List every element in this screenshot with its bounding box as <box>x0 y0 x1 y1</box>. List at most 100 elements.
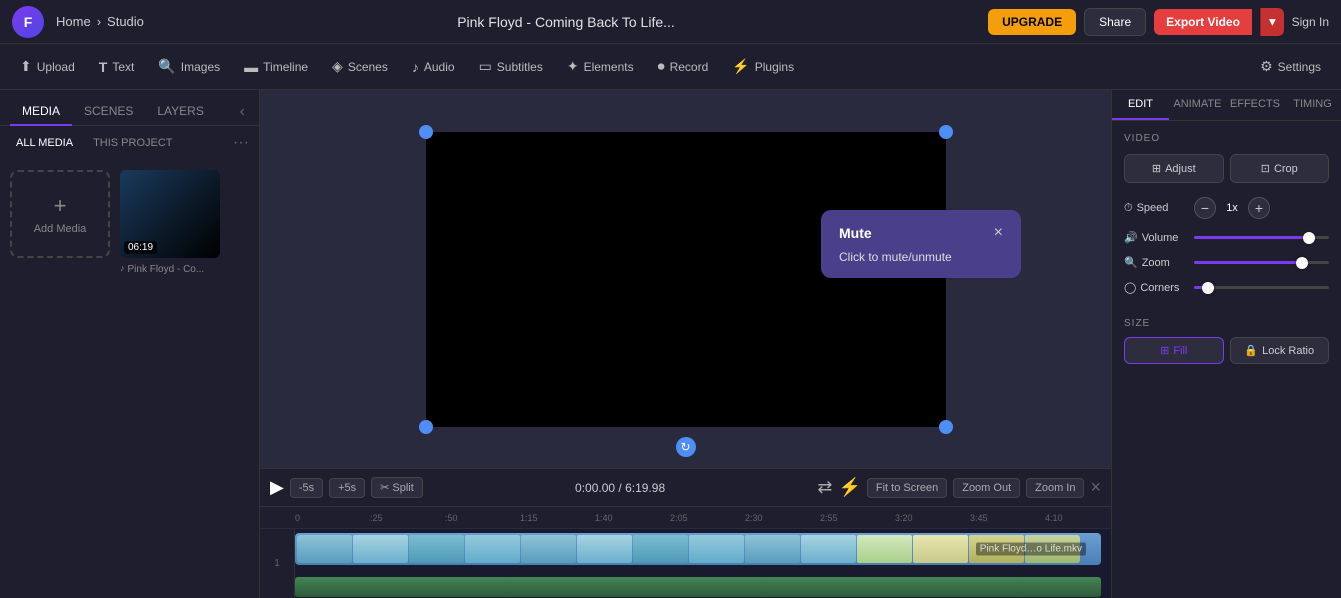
volume-slider-fill <box>1194 236 1309 239</box>
mute-tooltip-close-button[interactable]: × <box>994 224 1003 242</box>
ruler-mark: 3:45 <box>970 513 1045 523</box>
subtab-this-project[interactable]: THIS PROJECT <box>87 134 178 152</box>
toolbar-item-elements[interactable]: ✦ Elements <box>557 52 644 81</box>
breadcrumb-sep: › <box>97 14 101 29</box>
fill-button[interactable]: ⊞ Fill <box>1124 337 1224 364</box>
breadcrumb-studio: Studio <box>107 14 144 29</box>
resize-handle-bottom-left[interactable] <box>419 420 433 434</box>
toolbar-item-scenes[interactable]: ◈ Scenes <box>322 52 398 81</box>
video-track[interactable]: Pink Floyd…o Life.mkv <box>295 533 1111 573</box>
fit-to-screen-button[interactable]: Fit to Screen <box>867 478 947 498</box>
toolbar-item-plugins[interactable]: ⚡ Plugins <box>722 52 804 81</box>
audio-track[interactable] <box>295 577 1111 598</box>
toolbar-label-record: Record <box>670 60 709 74</box>
toolbar-item-record[interactable]: ⏺ Record <box>648 52 719 81</box>
media-thumbnail[interactable]: 06:19 <box>120 170 220 258</box>
add-media-plus-icon: + <box>54 193 67 219</box>
zoom-slider-thumb[interactable] <box>1296 257 1308 269</box>
tab-layers[interactable]: LAYERS <box>145 98 215 126</box>
rotate-handle[interactable]: ↻ <box>676 437 696 457</box>
resize-handle-bottom-right[interactable] <box>939 420 953 434</box>
panel-more-icon[interactable]: ··· <box>233 134 249 152</box>
list-item[interactable]: 06:19 ♪ Pink Floyd - Co... <box>120 170 228 275</box>
skip-forward-button[interactable]: +5s <box>329 478 365 498</box>
timeline-area: ▶ -5s +5s ✂ Split 0:00.00 / 6:19.98 ⇄ ⚡ … <box>260 468 1111 598</box>
toolbar-item-timeline[interactable]: ▬ Timeline <box>234 53 318 81</box>
volume-slider-track[interactable] <box>1194 236 1329 239</box>
zoom-in-button[interactable]: Zoom In <box>1026 478 1084 498</box>
corners-slider-track[interactable] <box>1194 286 1329 289</box>
zoom-slider-fill <box>1194 261 1302 264</box>
zoom-out-button[interactable]: Zoom Out <box>953 478 1020 498</box>
toolbar-item-settings[interactable]: ⚙ Settings <box>1250 52 1331 81</box>
resize-handle-top-right[interactable] <box>939 125 953 139</box>
tab-edit[interactable]: EDIT <box>1112 90 1169 120</box>
ruler-mark: 1:15 <box>520 513 595 523</box>
video-action-buttons: ⊞ Adjust ⊡ Crop <box>1124 154 1329 183</box>
ruler-mark: :50 <box>445 513 520 523</box>
breadcrumb-home[interactable]: Home <box>56 14 91 29</box>
toolbar-label-audio: Audio <box>424 60 455 74</box>
tab-effects[interactable]: EFFECTS <box>1226 90 1284 120</box>
adjust-label: Adjust <box>1165 163 1196 175</box>
tab-scenes[interactable]: SCENES <box>72 98 145 126</box>
mute-tooltip-header: Mute × <box>839 224 1003 242</box>
tab-animate[interactable]: ANIMATE <box>1169 90 1226 120</box>
video-track-bar[interactable]: Pink Floyd…o Life.mkv <box>295 533 1101 565</box>
left-panel: MEDIA SCENES LAYERS ‹ ALL MEDIA THIS PRO… <box>0 90 260 598</box>
timeline-close-button[interactable]: × <box>1090 477 1101 498</box>
speed-increase-button[interactable]: + <box>1248 197 1270 219</box>
toolbar-item-audio[interactable]: ♪ Audio <box>402 53 465 81</box>
lock-ratio-button[interactable]: 🔒 Lock Ratio <box>1230 337 1330 364</box>
collapse-panel-icon[interactable]: ‹ <box>236 99 249 125</box>
audio-waveform-bar <box>295 577 1101 597</box>
zoom-slider-track[interactable] <box>1194 261 1329 264</box>
zoom-slider[interactable] <box>1194 261 1329 264</box>
video-segment <box>633 535 688 563</box>
corners-slider[interactable] <box>1194 286 1329 289</box>
toolbar-label-settings: Settings <box>1278 60 1321 74</box>
ruler-mark: 4:10 <box>1045 513 1111 523</box>
export-dropdown-button[interactable]: ▾ <box>1260 8 1284 36</box>
toolbar-item-text[interactable]: T Text <box>89 53 145 81</box>
volume-slider[interactable] <box>1194 236 1329 239</box>
tab-timing[interactable]: TIMING <box>1284 90 1341 120</box>
toolbar-item-subtitles[interactable]: ▭ Subtitles <box>469 52 553 81</box>
adjust-button[interactable]: ⊞ Adjust <box>1124 154 1224 183</box>
upgrade-button[interactable]: UPGRADE <box>988 9 1076 35</box>
loop-icon-button[interactable]: ⇄ <box>817 477 832 498</box>
video-canvas[interactable]: ↻ <box>426 132 946 427</box>
video-segment <box>521 535 576 563</box>
play-button[interactable]: ▶ <box>270 477 284 498</box>
toolbar-label-text: Text <box>112 60 134 74</box>
skip-back-button[interactable]: -5s <box>290 478 323 498</box>
toolbar-label-subtitles: Subtitles <box>497 60 543 74</box>
corners-slider-thumb[interactable] <box>1202 282 1214 294</box>
volume-slider-thumb[interactable] <box>1303 232 1315 244</box>
toolbar-item-upload[interactable]: ⬆ Upload <box>10 52 85 81</box>
subtab-all-media[interactable]: ALL MEDIA <box>10 134 79 152</box>
resize-handle-top-left[interactable] <box>419 125 433 139</box>
export-video-button[interactable]: Export Video <box>1154 9 1252 35</box>
corners-row: ◯ Corners <box>1124 281 1329 294</box>
share-button[interactable]: Share <box>1084 8 1146 36</box>
canvas-wrapper: ↻ Mute × Click to mute/unmute <box>260 90 1111 468</box>
toolbar-label-scenes: Scenes <box>348 60 388 74</box>
toolbar-item-images[interactable]: 🔍 Images <box>148 52 230 81</box>
volume-icon: 🔊 <box>1124 231 1138 244</box>
crop-button[interactable]: ⊡ Crop <box>1230 154 1330 183</box>
ruler-mark: 2:30 <box>745 513 820 523</box>
add-media-box[interactable]: + Add Media <box>10 170 110 258</box>
sign-in-link[interactable]: Sign In <box>1292 15 1329 29</box>
split-icon: ✂ <box>380 481 389 494</box>
speed-decrease-button[interactable]: − <box>1194 197 1216 219</box>
tab-media[interactable]: MEDIA <box>10 98 72 126</box>
lock-icon: 🔒 <box>1244 344 1258 357</box>
split-button[interactable]: ✂ Split <box>371 477 423 498</box>
add-media-label: Add Media <box>34 223 87 235</box>
adjust-icon: ⊞ <box>1152 162 1161 175</box>
timeline-icon-group: ⇄ ⚡ <box>817 477 861 498</box>
speed-icon-button[interactable]: ⚡ <box>838 477 860 498</box>
video-segment <box>409 535 464 563</box>
video-segment <box>745 535 800 563</box>
